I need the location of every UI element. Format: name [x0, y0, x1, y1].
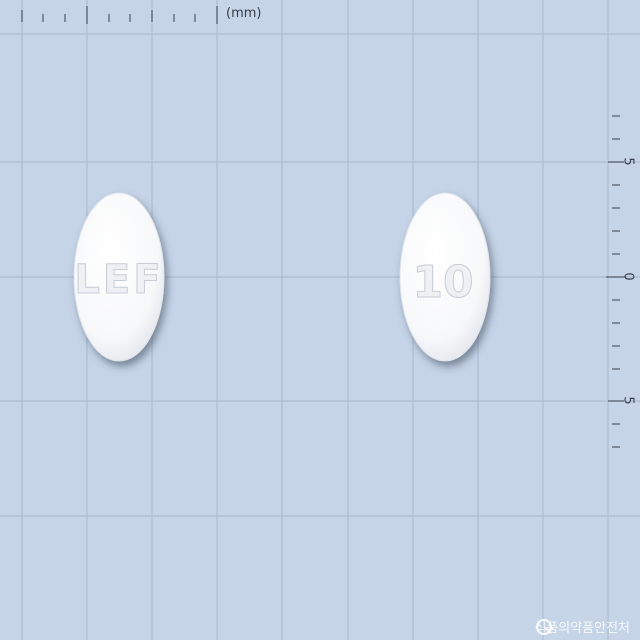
ruler-label-bottom: 5 — [620, 396, 636, 405]
mfds-logo-icon — [536, 619, 553, 635]
pill-front-imprint: LEF — [74, 257, 163, 303]
ruler-label-middle: 0 — [620, 272, 636, 281]
background-grid: LEF 10 — [0, 0, 640, 640]
top-ruler — [21, 6, 218, 24]
ruler-label-top: 5 — [620, 157, 636, 166]
watermark: 식품의약품안전처 — [534, 617, 630, 636]
pill-photo-scene: LEF 10 (mm) 5 0 5 식품의약품안전처 — [0, 0, 640, 640]
pill-back-imprint: 10 — [412, 257, 473, 308]
ruler-unit-label: (mm) — [226, 6, 262, 21]
